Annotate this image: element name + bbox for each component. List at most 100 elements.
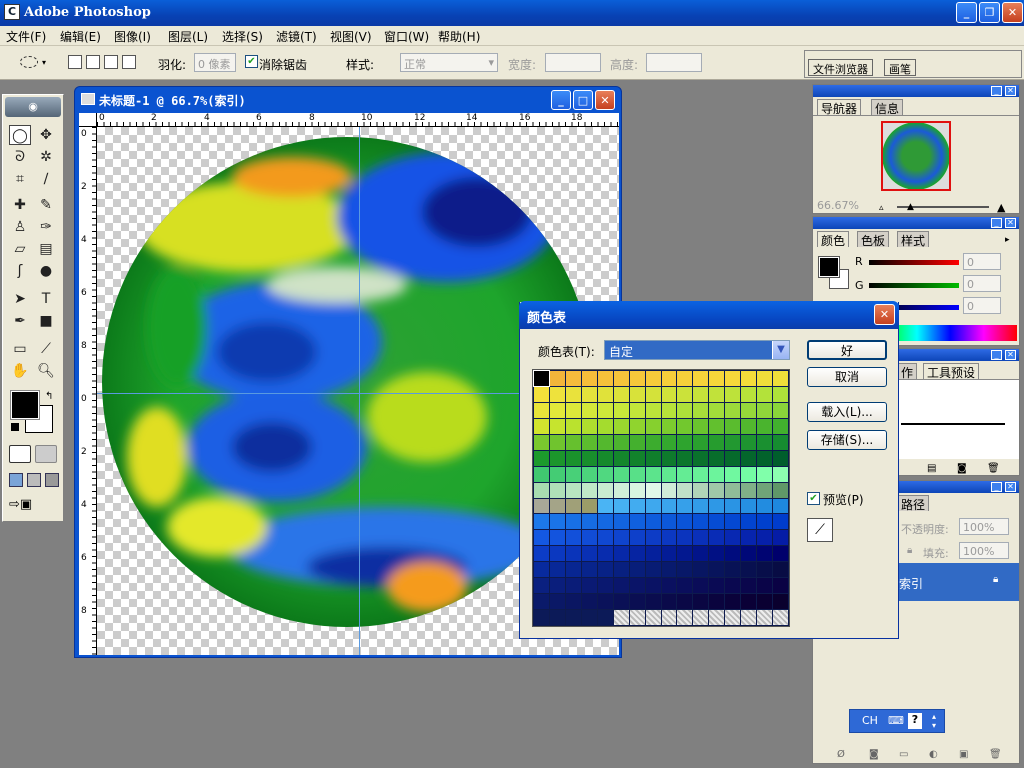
color-swatch[interactable] xyxy=(757,371,773,386)
minimize-button[interactable]: _ xyxy=(956,2,977,23)
color-swatch[interactable] xyxy=(709,418,725,434)
color-swatch[interactable] xyxy=(725,418,741,434)
color-swatch[interactable] xyxy=(534,562,549,578)
color-swatch[interactable] xyxy=(534,386,549,402)
color-swatch[interactable] xyxy=(709,594,725,610)
color-swatch[interactable] xyxy=(709,578,725,594)
color-swatch[interactable] xyxy=(709,514,725,530)
color-swatch[interactable] xyxy=(613,466,629,482)
tab-swatches[interactable]: 色板 xyxy=(857,231,890,248)
color-swatch[interactable] xyxy=(725,466,741,482)
navigator-view-box[interactable] xyxy=(881,121,951,191)
keyboard-icon[interactable]: ⌨ xyxy=(888,714,904,727)
color-swatch[interactable] xyxy=(534,482,549,498)
color-swatch[interactable] xyxy=(773,546,788,562)
panel-minimize-button[interactable]: _ xyxy=(991,482,1002,492)
blur-tool-icon[interactable]: ʃ xyxy=(9,261,31,281)
channel-b-input[interactable]: 0 xyxy=(963,297,1001,314)
color-swatch[interactable] xyxy=(773,434,788,450)
panel-minimize-button[interactable]: _ xyxy=(991,350,1002,360)
tab-paths[interactable]: 路径 xyxy=(897,495,930,512)
color-swatch[interactable] xyxy=(581,402,597,418)
doc-maximize-button[interactable]: □ xyxy=(573,90,593,110)
color-swatch[interactable] xyxy=(581,514,597,530)
color-swatch[interactable] xyxy=(597,386,613,402)
adobe-online-icon[interactable]: ◉ xyxy=(5,97,61,117)
color-swatch[interactable] xyxy=(677,386,693,402)
color-swatch[interactable] xyxy=(534,450,549,466)
color-swatch[interactable] xyxy=(629,514,645,530)
color-swatch[interactable] xyxy=(773,482,788,498)
color-swatch[interactable] xyxy=(613,482,629,498)
color-swatch[interactable] xyxy=(693,594,709,610)
hand-tool-icon[interactable]: ✋ xyxy=(9,361,31,381)
ime-language[interactable]: CH xyxy=(862,714,878,727)
color-swatch[interactable] xyxy=(677,402,693,418)
color-swatch[interactable] xyxy=(709,498,725,514)
color-swatch[interactable] xyxy=(709,371,725,386)
color-swatch[interactable] xyxy=(661,402,677,418)
camera-icon[interactable]: ◙ xyxy=(957,463,967,474)
color-swatch[interactable] xyxy=(645,514,661,530)
color-swatch[interactable] xyxy=(629,371,645,386)
marquee-tool-icon[interactable]: ◯ xyxy=(9,125,31,145)
color-swatch[interactable] xyxy=(565,418,581,434)
color-swatch[interactable] xyxy=(773,371,788,386)
new-selection-icon[interactable] xyxy=(68,55,82,69)
color-swatch[interactable] xyxy=(581,498,597,514)
color-swatch[interactable] xyxy=(757,482,773,498)
color-swatch[interactable] xyxy=(757,514,773,530)
color-swatch[interactable] xyxy=(741,546,757,562)
maximize-button[interactable]: ❐ xyxy=(979,2,1000,23)
color-swatch[interactable] xyxy=(725,514,741,530)
color-swatch[interactable] xyxy=(629,450,645,466)
color-swatch[interactable] xyxy=(534,530,549,546)
color-swatch[interactable] xyxy=(693,578,709,594)
color-swatch[interactable] xyxy=(693,562,709,578)
color-swatch[interactable] xyxy=(757,418,773,434)
color-swatch[interactable] xyxy=(741,386,757,402)
color-swatch[interactable] xyxy=(693,450,709,466)
color-swatch[interactable] xyxy=(581,530,597,546)
color-swatch[interactable] xyxy=(533,370,550,387)
ime-toolbar[interactable]: CH ⌨ ? ▴ ▾ xyxy=(849,709,945,733)
color-swatch[interactable] xyxy=(709,434,725,450)
color-swatch[interactable] xyxy=(613,610,629,625)
standard-mode-icon[interactable] xyxy=(9,445,31,463)
color-swatch[interactable] xyxy=(757,386,773,402)
color-swatch[interactable] xyxy=(773,466,788,482)
color-swatch[interactable] xyxy=(549,418,565,434)
color-swatch[interactable] xyxy=(629,402,645,418)
color-swatch[interactable] xyxy=(677,514,693,530)
menu-edit[interactable]: 编辑(E) xyxy=(60,28,101,45)
color-swatch[interactable] xyxy=(757,402,773,418)
color-swatch[interactable] xyxy=(773,386,788,402)
color-swatch[interactable] xyxy=(629,482,645,498)
color-swatch[interactable] xyxy=(613,418,629,434)
color-swatch[interactable] xyxy=(661,482,677,498)
color-swatch[interactable] xyxy=(709,482,725,498)
height-input[interactable] xyxy=(646,53,702,72)
color-swatch[interactable] xyxy=(709,562,725,578)
crop-tool-icon[interactable]: ⌗ xyxy=(9,169,31,189)
color-swatch[interactable] xyxy=(597,482,613,498)
load-button[interactable]: 载入(L)... xyxy=(807,402,887,422)
tab-tool-presets[interactable]: 工具预设 xyxy=(923,363,980,380)
color-swatch[interactable] xyxy=(693,498,709,514)
color-swatch[interactable] xyxy=(645,562,661,578)
color-swatch[interactable] xyxy=(725,402,741,418)
menu-view[interactable]: 视图(V) xyxy=(330,28,372,45)
color-swatch[interactable] xyxy=(741,610,757,625)
color-swatch[interactable] xyxy=(677,418,693,434)
gradient-tool-icon[interactable]: ▤ xyxy=(35,239,57,259)
color-swatch[interactable] xyxy=(565,514,581,530)
color-swatch[interactable] xyxy=(661,594,677,610)
color-swatch[interactable] xyxy=(677,562,693,578)
color-swatch[interactable] xyxy=(597,371,613,386)
quickmask-mode-icon[interactable] xyxy=(35,445,57,463)
color-swatch[interactable] xyxy=(661,450,677,466)
color-swatch[interactable] xyxy=(725,578,741,594)
panel-minimize-button[interactable]: _ xyxy=(991,218,1002,228)
panel-close-button[interactable]: ✕ xyxy=(1005,482,1016,492)
color-swatch[interactable] xyxy=(757,498,773,514)
